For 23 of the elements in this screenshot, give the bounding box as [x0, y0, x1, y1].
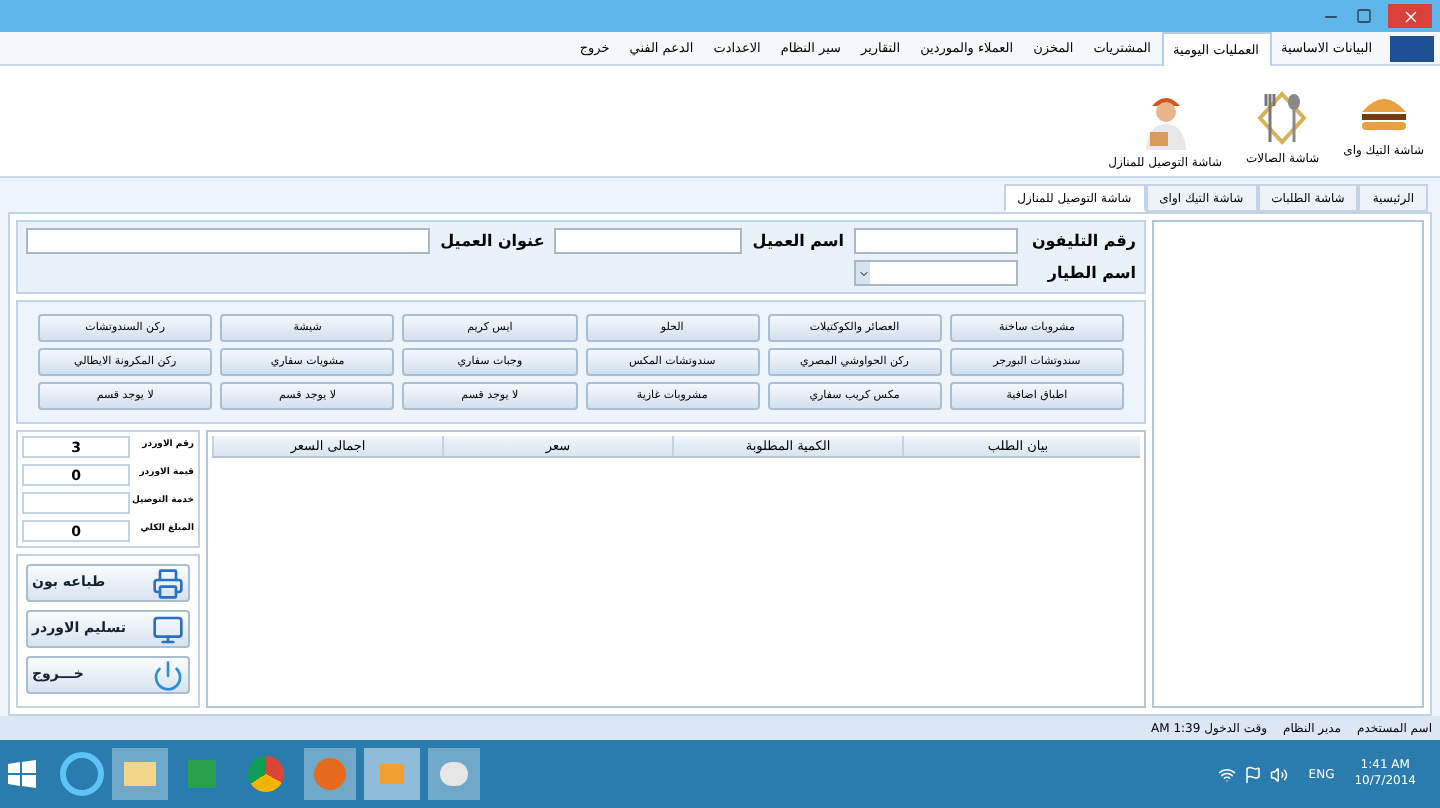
summary-field[interactable] [22, 492, 130, 514]
name-field[interactable] [554, 228, 743, 254]
field-label: اسم العميل [752, 229, 844, 253]
side-list[interactable] [1152, 220, 1424, 708]
network-icon[interactable] [1218, 765, 1237, 783]
windows-logo-icon[interactable] [8, 760, 36, 788]
fork-spoon-icon [1256, 90, 1309, 146]
field-label: رقم التليفون [1029, 229, 1136, 253]
monitor-icon [152, 613, 184, 645]
field-label: عنوان العميل [440, 229, 545, 253]
field-label: اسم الطيار [1045, 261, 1136, 285]
driver-dropdown[interactable] [854, 260, 1018, 286]
printer-icon [152, 567, 184, 599]
close-icon [1401, 7, 1419, 25]
power-icon [152, 659, 184, 691]
app-menu-button[interactable] [1390, 35, 1434, 61]
address-field[interactable] [26, 228, 431, 254]
speaker-icon[interactable] [1270, 765, 1289, 783]
chevron-down-icon [857, 267, 869, 279]
folder-icon[interactable] [112, 748, 168, 800]
maximize-icon[interactable] [1356, 8, 1372, 24]
phone-field[interactable] [854, 228, 1018, 254]
flag-icon[interactable] [1244, 765, 1263, 783]
